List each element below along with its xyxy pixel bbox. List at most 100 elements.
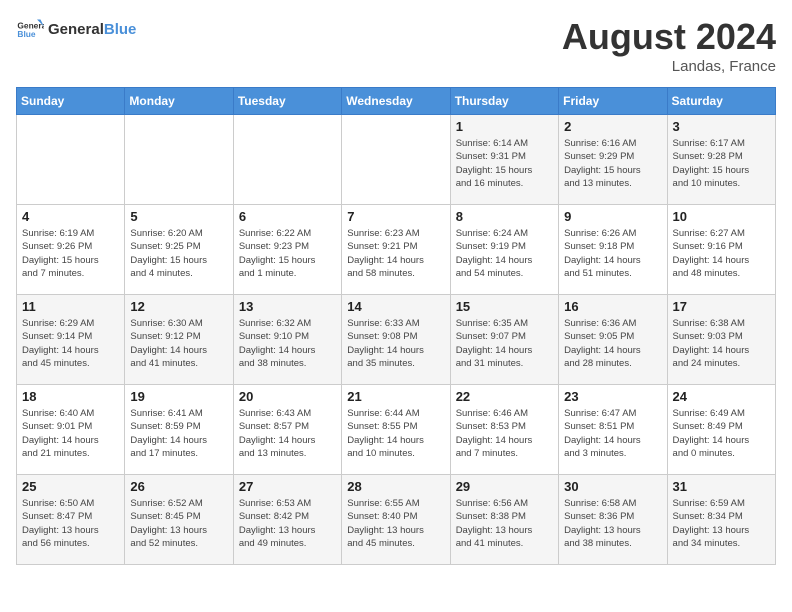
day-cell: 6 Sunrise: 6:22 AM Sunset: 9:23 PM Daylig… [233,205,341,295]
svg-text:Blue: Blue [17,29,35,39]
day-cell: 20 Sunrise: 6:43 AM Sunset: 8:57 PM Dayli… [233,385,341,475]
day-number: 5 [130,209,227,224]
day-number: 29 [456,479,553,494]
day-cell: 25 Sunrise: 6:50 AM Sunset: 8:47 PM Dayli… [17,475,125,565]
day-number: 3 [673,119,770,134]
day-info: Sunrise: 6:46 AM Sunset: 8:53 PM Dayligh… [456,407,553,460]
day-number: 6 [239,209,336,224]
day-info: Sunrise: 6:17 AM Sunset: 9:28 PM Dayligh… [673,137,770,190]
day-number: 11 [22,299,119,314]
header-row: SundayMondayTuesdayWednesdayThursdayFrid… [17,88,776,115]
week-row-2: 4 Sunrise: 6:19 AM Sunset: 9:26 PM Daylig… [17,205,776,295]
day-cell: 1 Sunrise: 6:14 AM Sunset: 9:31 PM Daylig… [450,115,558,205]
day-number: 15 [456,299,553,314]
day-cell: 3 Sunrise: 6:17 AM Sunset: 9:28 PM Daylig… [667,115,775,205]
day-info: Sunrise: 6:14 AM Sunset: 9:31 PM Dayligh… [456,137,553,190]
week-row-1: 1 Sunrise: 6:14 AM Sunset: 9:31 PM Daylig… [17,115,776,205]
day-info: Sunrise: 6:32 AM Sunset: 9:10 PM Dayligh… [239,317,336,370]
day-cell: 9 Sunrise: 6:26 AM Sunset: 9:18 PM Daylig… [559,205,667,295]
calendar-header: SundayMondayTuesdayWednesdayThursdayFrid… [17,88,776,115]
day-cell: 27Sunrise: 6:53 AM Sunset: 8:42 PM Dayli… [233,475,341,565]
page-header: General Blue GeneralBlue August 2024 Lan… [16,16,776,75]
day-info: Sunrise: 6:27 AM Sunset: 9:16 PM Dayligh… [673,227,770,280]
day-cell: 22 Sunrise: 6:46 AM Sunset: 8:53 PM Dayli… [450,385,558,475]
header-cell-saturday: Saturday [667,88,775,115]
day-info: Sunrise: 6:38 AM Sunset: 9:03 PM Dayligh… [673,317,770,370]
day-cell: 13Sunrise: 6:32 AM Sunset: 9:10 PM Dayli… [233,295,341,385]
day-info: Sunrise: 6:50 AM Sunset: 8:47 PM Dayligh… [22,497,119,550]
day-cell: 29 Sunrise: 6:56 AM Sunset: 8:38 PM Dayli… [450,475,558,565]
calendar-body: 1 Sunrise: 6:14 AM Sunset: 9:31 PM Daylig… [17,115,776,565]
header-cell-wednesday: Wednesday [342,88,450,115]
day-number: 25 [22,479,119,494]
day-number: 31 [673,479,770,494]
day-cell: 21 Sunrise: 6:44 AM Sunset: 8:55 PM Dayli… [342,385,450,475]
header-cell-monday: Monday [125,88,233,115]
day-info: Sunrise: 6:52 AM Sunset: 8:45 PM Dayligh… [130,497,227,550]
day-cell: 8Sunrise: 6:24 AM Sunset: 9:19 PM Daylig… [450,205,558,295]
day-number: 27 [239,479,336,494]
day-info: Sunrise: 6:29 AM Sunset: 9:14 PM Dayligh… [22,317,119,370]
day-number: 9 [564,209,661,224]
day-cell: 23 Sunrise: 6:47 AM Sunset: 8:51 PM Dayli… [559,385,667,475]
day-info: Sunrise: 6:33 AM Sunset: 9:08 PM Dayligh… [347,317,444,370]
logo: General Blue GeneralBlue [16,16,136,44]
day-cell: 19 Sunrise: 6:41 AM Sunset: 8:59 PM Dayli… [125,385,233,475]
day-info: Sunrise: 6:59 AM Sunset: 8:34 PM Dayligh… [673,497,770,550]
day-number: 21 [347,389,444,404]
day-cell: 14 Sunrise: 6:33 AM Sunset: 9:08 PM Dayli… [342,295,450,385]
day-number: 23 [564,389,661,404]
week-row-4: 18 Sunrise: 6:40 AM Sunset: 9:01 PM Dayli… [17,385,776,475]
day-info: Sunrise: 6:44 AM Sunset: 8:55 PM Dayligh… [347,407,444,460]
day-number: 28 [347,479,444,494]
day-info: Sunrise: 6:58 AM Sunset: 8:36 PM Dayligh… [564,497,661,550]
day-number: 17 [673,299,770,314]
day-info: Sunrise: 6:43 AM Sunset: 8:57 PM Dayligh… [239,407,336,460]
day-number: 16 [564,299,661,314]
day-info: Sunrise: 6:26 AM Sunset: 9:18 PM Dayligh… [564,227,661,280]
day-info: Sunrise: 6:56 AM Sunset: 8:38 PM Dayligh… [456,497,553,550]
day-info: Sunrise: 6:30 AM Sunset: 9:12 PM Dayligh… [130,317,227,370]
day-info: Sunrise: 6:41 AM Sunset: 8:59 PM Dayligh… [130,407,227,460]
day-number: 20 [239,389,336,404]
day-info: Sunrise: 6:36 AM Sunset: 9:05 PM Dayligh… [564,317,661,370]
day-cell [342,115,450,205]
day-number: 30 [564,479,661,494]
logo-general: General [48,21,104,38]
day-number: 1 [456,119,553,134]
day-info: Sunrise: 6:22 AM Sunset: 9:23 PM Dayligh… [239,227,336,280]
day-info: Sunrise: 6:40 AM Sunset: 9:01 PM Dayligh… [22,407,119,460]
day-number: 10 [673,209,770,224]
day-cell: 26 Sunrise: 6:52 AM Sunset: 8:45 PM Dayli… [125,475,233,565]
week-row-3: 11 Sunrise: 6:29 AM Sunset: 9:14 PM Dayli… [17,295,776,385]
day-cell [125,115,233,205]
logo-blue: Blue [104,21,137,38]
header-cell-tuesday: Tuesday [233,88,341,115]
day-number: 19 [130,389,227,404]
day-cell [17,115,125,205]
day-number: 7 [347,209,444,224]
calendar-table: SundayMondayTuesdayWednesdayThursdayFrid… [16,87,776,565]
day-cell: 11 Sunrise: 6:29 AM Sunset: 9:14 PM Dayli… [17,295,125,385]
day-cell: 5 Sunrise: 6:20 AM Sunset: 9:25 PM Daylig… [125,205,233,295]
day-number: 18 [22,389,119,404]
day-cell: 28Sunrise: 6:55 AM Sunset: 8:40 PM Dayli… [342,475,450,565]
day-cell: 2Sunrise: 6:16 AM Sunset: 9:29 PM Daylig… [559,115,667,205]
day-number: 22 [456,389,553,404]
day-info: Sunrise: 6:47 AM Sunset: 8:51 PM Dayligh… [564,407,661,460]
day-cell: 10 Sunrise: 6:27 AM Sunset: 9:16 PM Dayli… [667,205,775,295]
calendar-title: August 2024 [562,16,776,58]
day-number: 4 [22,209,119,224]
day-info: Sunrise: 6:35 AM Sunset: 9:07 PM Dayligh… [456,317,553,370]
day-info: Sunrise: 6:19 AM Sunset: 9:26 PM Dayligh… [22,227,119,280]
day-info: Sunrise: 6:49 AM Sunset: 8:49 PM Dayligh… [673,407,770,460]
header-cell-thursday: Thursday [450,88,558,115]
day-info: Sunrise: 6:20 AM Sunset: 9:25 PM Dayligh… [130,227,227,280]
day-info: Sunrise: 6:23 AM Sunset: 9:21 PM Dayligh… [347,227,444,280]
title-block: August 2024 Landas, France [562,16,776,75]
day-number: 14 [347,299,444,314]
day-cell: 7 Sunrise: 6:23 AM Sunset: 9:21 PM Daylig… [342,205,450,295]
day-cell [233,115,341,205]
day-number: 26 [130,479,227,494]
day-cell: 15 Sunrise: 6:35 AM Sunset: 9:07 PM Dayli… [450,295,558,385]
